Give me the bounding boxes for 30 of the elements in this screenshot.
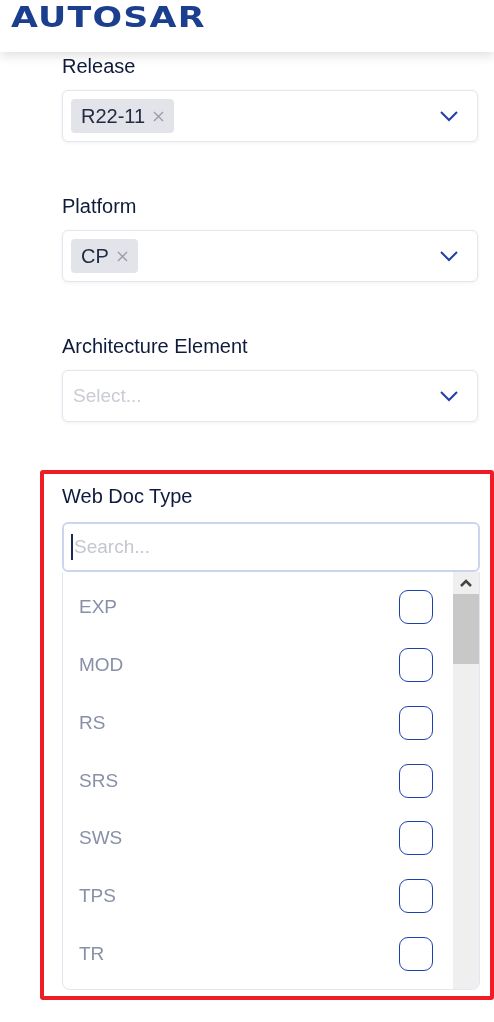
chevron-up-icon[interactable]: [459, 578, 473, 588]
option-label[interactable]: TR: [79, 943, 105, 966]
search-field[interactable]: Search...: [62, 522, 480, 572]
select-field[interactable]: CP: [62, 230, 478, 282]
option-label[interactable]: SWS: [79, 827, 123, 850]
option-label[interactable]: TPS: [79, 885, 116, 908]
chevron-down-icon[interactable]: [439, 250, 459, 262]
select-field[interactable]: R22-11: [62, 90, 478, 142]
checkbox[interactable]: [399, 705, 433, 740]
selected-tag[interactable]: CP: [71, 239, 138, 273]
selected-tag[interactable]: R22-11: [71, 99, 175, 133]
checkbox[interactable]: [399, 879, 433, 914]
checkbox[interactable]: [399, 937, 433, 972]
field-label: Release: [62, 54, 137, 78]
field-label: Web Doc Type: [62, 484, 194, 508]
chevron-down-icon[interactable]: [439, 390, 459, 402]
checkbox[interactable]: [399, 763, 433, 798]
field-label: Platform: [62, 194, 138, 218]
chevron-down-icon[interactable]: [439, 110, 459, 122]
option-label[interactable]: MOD: [79, 653, 124, 676]
checkbox[interactable]: [399, 647, 433, 682]
scroll-thumb[interactable]: [453, 594, 479, 664]
scrollbar[interactable]: [453, 572, 479, 989]
field-label: Architecture Element: [62, 334, 249, 358]
option-label[interactable]: RS: [79, 711, 106, 734]
checkbox[interactable]: [399, 589, 433, 624]
option-label[interactable]: SRS: [79, 769, 119, 792]
checkbox[interactable]: [399, 821, 433, 856]
logo[interactable]: AUTOSAR: [11, 0, 206, 34]
option-label[interactable]: EXP: [79, 595, 118, 618]
